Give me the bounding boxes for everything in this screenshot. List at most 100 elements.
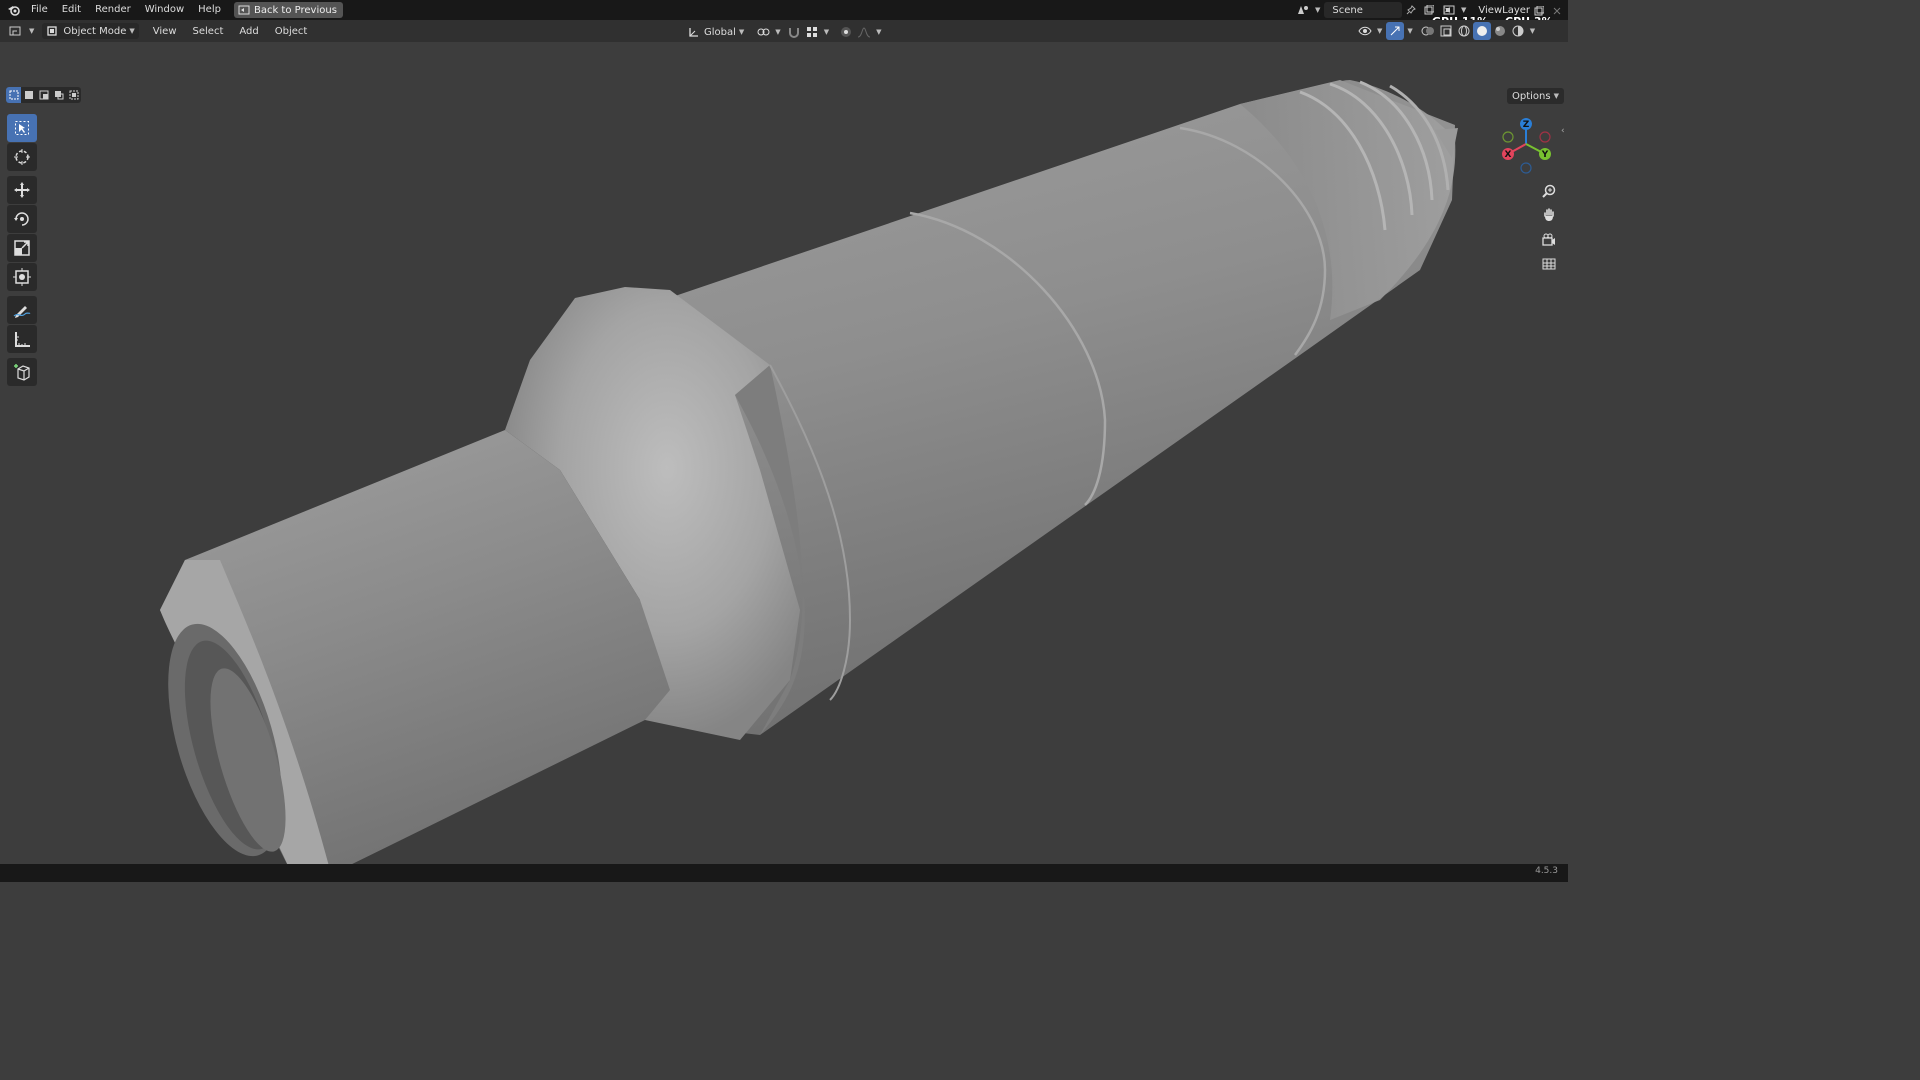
scale-icon xyxy=(14,240,30,256)
overlays-icon[interactable] xyxy=(1419,22,1437,40)
chevron-down-icon: ▼ xyxy=(1529,27,1536,35)
falloff-curve-icon[interactable] xyxy=(855,23,873,41)
snap-magnet-icon[interactable] xyxy=(785,23,803,41)
chevron-down-icon: ▼ xyxy=(738,28,745,36)
annotate-pencil-icon xyxy=(13,306,31,318)
cursor-tool[interactable] xyxy=(7,143,37,171)
select-new-icon[interactable] xyxy=(6,87,21,103)
chevron-down-icon: ▼ xyxy=(775,28,781,36)
gizmo-y-label: Y xyxy=(1541,150,1549,160)
orientation-label: Global xyxy=(704,26,736,38)
orientation-axes-icon xyxy=(689,28,698,37)
gizmo-z-label: Z xyxy=(1523,120,1530,130)
navigation-gizmo[interactable]: Z X Y xyxy=(1496,116,1554,174)
gizmo-neg-y-icon[interactable] xyxy=(1502,131,1514,143)
selection-mode-group[interactable] xyxy=(6,87,81,103)
proportional-edit-icon[interactable] xyxy=(837,23,855,41)
measure-ruler-icon xyxy=(15,332,30,347)
perspective-toggle-button[interactable] xyxy=(1537,253,1561,275)
chevron-down-icon: ▼ xyxy=(129,27,135,35)
visibility-eye-icon[interactable] xyxy=(1356,22,1374,40)
chevron-down-icon: ▼ xyxy=(29,27,35,35)
editor-type-icon[interactable] xyxy=(8,22,26,40)
move-tool[interactable] xyxy=(7,176,37,204)
measure-tool[interactable] xyxy=(7,325,37,353)
rotate-icon xyxy=(14,212,29,226)
chevron-down-icon: ▼ xyxy=(1461,6,1467,14)
tool-shelf xyxy=(7,114,39,387)
top-menu-bar: File Edit Render Window Help Back to Pre… xyxy=(0,0,1568,20)
mode-dropdown[interactable]: Object Mode ▼ xyxy=(42,23,139,39)
viewlayer-name: ViewLayer xyxy=(1478,4,1531,16)
scene-icon[interactable] xyxy=(1294,1,1312,19)
shading-material-icon[interactable] xyxy=(1491,22,1509,40)
transform-icon xyxy=(13,268,31,286)
menu-render[interactable]: Render xyxy=(88,0,138,20)
scene-name: Scene xyxy=(1332,4,1363,16)
chevron-down-icon: ▼ xyxy=(876,28,882,36)
xray-toggle-icon[interactable] xyxy=(1437,22,1455,40)
select-box-tool[interactable] xyxy=(7,114,37,142)
add-cube-tool[interactable] xyxy=(7,358,37,386)
shading-rendered-icon[interactable] xyxy=(1509,22,1527,40)
menu-select[interactable]: Select xyxy=(185,26,232,37)
version-label: 4.5.3 xyxy=(1535,866,1558,876)
annotate-tool[interactable] xyxy=(7,296,37,324)
gizmo-neg-z-icon[interactable] xyxy=(1520,162,1532,174)
camera-view-button[interactable] xyxy=(1537,229,1561,251)
options-label: Options xyxy=(1512,90,1551,102)
select-subtract-icon[interactable] xyxy=(36,87,51,103)
menu-window[interactable]: Window xyxy=(138,0,191,20)
grid-perspective-icon xyxy=(1542,258,1556,270)
rotate-tool[interactable] xyxy=(7,205,37,233)
viewport-display-controls: ▼ ▼ ▼ xyxy=(1356,22,1535,40)
transform-controls: Global ▼ ▼ ▼ ▼ xyxy=(684,23,881,41)
object-mode-icon xyxy=(47,26,58,36)
scene-name-field[interactable]: Scene xyxy=(1324,2,1403,18)
pan-button[interactable] xyxy=(1537,204,1561,226)
move-icon xyxy=(14,182,30,198)
camera-icon xyxy=(1542,233,1555,246)
sidebar-toggle-icon[interactable]: ‹ xyxy=(1561,126,1565,136)
zoom-button[interactable] xyxy=(1537,180,1561,202)
select-intersect-icon[interactable] xyxy=(66,87,81,103)
zoom-magnifier-icon xyxy=(1542,184,1556,198)
chevron-down-icon: ▼ xyxy=(1407,27,1413,35)
back-screen-icon xyxy=(238,5,250,15)
menu-help[interactable]: Help xyxy=(191,0,228,20)
gizmo-x-label: X xyxy=(1505,150,1512,160)
chevron-down-icon: ▼ xyxy=(1315,6,1321,14)
back-to-previous-label: Back to Previous xyxy=(253,4,337,16)
pin-icon[interactable] xyxy=(1402,1,1420,19)
select-extend-icon[interactable] xyxy=(21,87,36,103)
select-box-icon xyxy=(15,121,29,135)
gizmo-toggle-icon[interactable] xyxy=(1386,22,1405,40)
menu-object[interactable]: Object xyxy=(267,26,316,37)
viewport-render xyxy=(160,80,1458,864)
cursor-icon xyxy=(14,149,30,165)
menu-edit[interactable]: Edit xyxy=(55,0,88,20)
orientation-dropdown[interactable]: Global ▼ xyxy=(684,24,748,40)
pivot-point-icon[interactable] xyxy=(754,23,772,41)
menu-file[interactable]: File xyxy=(24,0,55,20)
mode-label: Object Mode xyxy=(63,25,127,37)
scale-tool[interactable] xyxy=(7,234,37,262)
blender-logo-icon[interactable] xyxy=(4,0,24,20)
select-invert-icon[interactable] xyxy=(51,87,66,103)
options-dropdown[interactable]: Options ▼ xyxy=(1507,88,1564,104)
menu-view[interactable]: View xyxy=(145,26,185,37)
viewport-header: ▼ Object Mode ▼ View Select Add Object G… xyxy=(0,20,1568,42)
hand-icon xyxy=(1544,208,1554,221)
snap-increment-icon[interactable] xyxy=(803,23,821,41)
chevron-down-icon: ▼ xyxy=(823,28,830,36)
menu-add[interactable]: Add xyxy=(231,26,266,37)
back-to-previous-button[interactable]: Back to Previous xyxy=(233,2,343,18)
shading-wireframe-icon[interactable] xyxy=(1455,22,1473,40)
chevron-down-icon: ▼ xyxy=(1553,92,1559,100)
transform-tool[interactable] xyxy=(7,263,37,291)
chevron-down-icon: ▼ xyxy=(1377,27,1383,35)
shading-solid-icon[interactable] xyxy=(1472,22,1491,40)
status-bar: 4.5.3 xyxy=(0,864,1568,882)
3d-viewport[interactable]: Options ▼ Z X Y ‹ xyxy=(0,42,1568,864)
gizmo-neg-x-icon[interactable] xyxy=(1539,131,1551,143)
